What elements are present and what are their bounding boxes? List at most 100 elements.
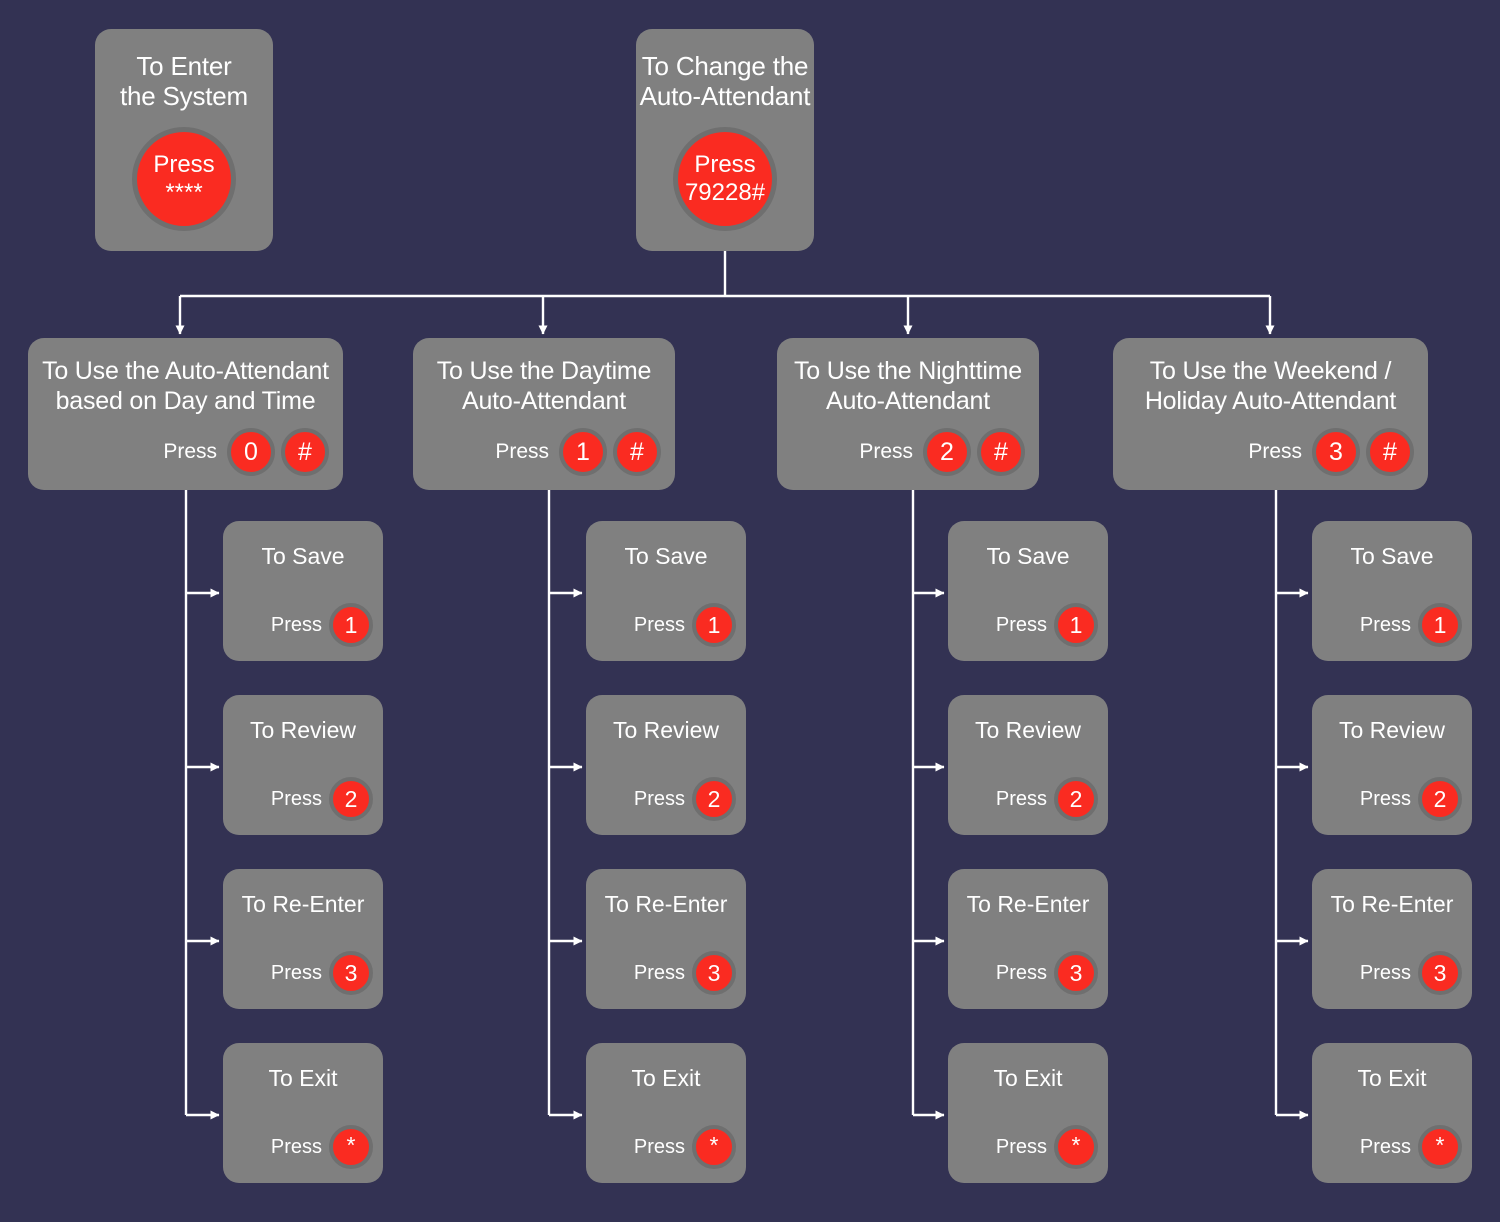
keypad-key-re-enter[interactable]: 3	[329, 951, 373, 995]
press-label: Press	[495, 440, 549, 463]
node-leaf-exit[interactable]: To Exit Press *	[948, 1043, 1108, 1183]
node-title: To Re-Enter	[241, 891, 365, 917]
keypad-key-exit[interactable]: *	[1054, 1125, 1098, 1169]
keypad-key-hash[interactable]: #	[281, 428, 329, 476]
node-leaf-review[interactable]: To Review Press 2	[223, 695, 383, 835]
node-leaf-save[interactable]: To Save Press 1	[223, 521, 383, 661]
node-leaf-re-enter[interactable]: To Re-Enter Press 3	[223, 869, 383, 1009]
node-title: To Change the Auto-Attendant	[639, 51, 811, 111]
node-option-daytime[interactable]: To Use the Daytime Auto-Attendant Press …	[413, 338, 675, 490]
node-leaf-re-enter[interactable]: To Re-Enter Press 3	[586, 869, 746, 1009]
node-option-nighttime[interactable]: To Use the Nighttime Auto-Attendant Pres…	[777, 338, 1039, 490]
node-leaf-re-enter[interactable]: To Re-Enter Press 3	[1312, 869, 1472, 1009]
node-title: To Save	[624, 543, 708, 569]
keypad-key-review[interactable]: 2	[692, 777, 736, 821]
node-leaf-re-enter[interactable]: To Re-Enter Press 3	[948, 869, 1108, 1009]
node-title: To Use the Daytime Auto-Attendant	[436, 357, 652, 415]
node-leaf-save[interactable]: To Save Press 1	[586, 521, 746, 661]
press-label: Press	[270, 613, 322, 636]
keypad-row: Press 1	[1360, 603, 1462, 647]
keypad-key-hash[interactable]: #	[1366, 428, 1414, 476]
keypad-key-digit[interactable]: 1	[559, 428, 607, 476]
node-leaf-exit[interactable]: To Exit Press *	[586, 1043, 746, 1183]
keypad-key-re-enter[interactable]: 3	[1418, 951, 1462, 995]
node-leaf-review[interactable]: To Review Press 2	[1312, 695, 1472, 835]
node-leaf-exit[interactable]: To Exit Press *	[1312, 1043, 1472, 1183]
press-label: Press	[1359, 1135, 1411, 1158]
press-label: Press	[163, 440, 217, 463]
keypad-key-exit[interactable]: *	[1418, 1125, 1462, 1169]
node-title: To Save	[986, 543, 1070, 569]
keypad-row: Press *	[634, 1125, 736, 1169]
node-option-day-and-time[interactable]: To Use the Auto-Attendant based on Day a…	[28, 338, 343, 490]
press-label: Press	[859, 440, 913, 463]
node-title: To Save	[1350, 543, 1434, 569]
keypad-row: Press 3	[996, 951, 1098, 995]
node-leaf-exit[interactable]: To Exit Press *	[223, 1043, 383, 1183]
keypad-key-re-enter[interactable]: 3	[1054, 951, 1098, 995]
keypad-key-re-enter[interactable]: 3	[692, 951, 736, 995]
keypad-key-review[interactable]: 2	[1054, 777, 1098, 821]
node-title: To Exit	[1357, 1065, 1427, 1091]
keypad-key-digit[interactable]: 0	[227, 428, 275, 476]
node-title: To Exit	[993, 1065, 1063, 1091]
keypad-row: Press *	[996, 1125, 1098, 1169]
keypad-row: Press 2	[271, 777, 373, 821]
keypad-key-hash[interactable]: #	[977, 428, 1025, 476]
node-title: To Review	[249, 717, 357, 743]
node-enter-system[interactable]: To Enter the System Press ****	[95, 29, 273, 251]
node-title: To Use the Weekend / Holiday Auto-Attend…	[1144, 357, 1397, 415]
keypad-row: Press 3	[634, 951, 736, 995]
node-title: To Use the Auto-Attendant based on Day a…	[42, 357, 329, 415]
press-label: Press	[1359, 613, 1411, 636]
keypad-key-digit[interactable]: 2	[923, 428, 971, 476]
keypad-row: Press 3	[271, 951, 373, 995]
press-label: Press	[270, 787, 322, 810]
press-label: Press	[995, 613, 1047, 636]
press-label: Press	[270, 961, 322, 984]
flowchart-canvas: To Enter the System Press **** To Change…	[0, 0, 1500, 1222]
node-option-weekend-holiday[interactable]: To Use the Weekend / Holiday Auto-Attend…	[1113, 338, 1428, 490]
keypad-key-exit[interactable]: *	[329, 1125, 373, 1169]
node-leaf-review[interactable]: To Review Press 2	[586, 695, 746, 835]
node-title: To Review	[612, 717, 720, 743]
keypad-key-stars[interactable]: Press ****	[132, 127, 236, 231]
keypad-row: Press *	[1360, 1125, 1462, 1169]
keypad-key-review[interactable]: 2	[1418, 777, 1462, 821]
node-leaf-save[interactable]: To Save Press 1	[948, 521, 1108, 661]
keypad-row: Press 2 #	[859, 428, 1025, 476]
keypad-key-hash[interactable]: #	[613, 428, 661, 476]
keypad-row: Press *	[271, 1125, 373, 1169]
keypad-key-review[interactable]: 2	[329, 777, 373, 821]
press-label: Press	[995, 787, 1047, 810]
press-label: Press	[633, 787, 685, 810]
keypad-key-save[interactable]: 1	[692, 603, 736, 647]
node-title: To Save	[261, 543, 345, 569]
keypad-row: Press 2	[1360, 777, 1462, 821]
press-label: Press	[270, 1135, 322, 1158]
node-leaf-review[interactable]: To Review Press 2	[948, 695, 1108, 835]
node-change-auto-attendant[interactable]: To Change the Auto-Attendant Press 79228…	[636, 29, 814, 251]
press-label: Press	[995, 961, 1047, 984]
node-title: To Re-Enter	[966, 891, 1090, 917]
keypad-key-79228[interactable]: Press 79228#	[673, 127, 777, 231]
keypad-row: Press 3 #	[1248, 428, 1414, 476]
node-title: To Re-Enter	[1330, 891, 1454, 917]
keypad-key-digit[interactable]: 3	[1312, 428, 1360, 476]
keypad-row: Press 3	[1360, 951, 1462, 995]
keypad-key-save[interactable]: 1	[1418, 603, 1462, 647]
node-title: To Enter the System	[119, 51, 249, 111]
keypad-key-exit[interactable]: *	[692, 1125, 736, 1169]
keypad-row: Press 1	[634, 603, 736, 647]
keypad-key-save[interactable]: 1	[1054, 603, 1098, 647]
press-label: Press	[633, 613, 685, 636]
node-title: To Re-Enter	[604, 891, 728, 917]
press-label: Press	[1359, 787, 1411, 810]
keypad-key-save[interactable]: 1	[329, 603, 373, 647]
press-label: Press	[995, 1135, 1047, 1158]
node-title: To Exit	[268, 1065, 338, 1091]
node-title: To Review	[974, 717, 1082, 743]
keypad-row: Press 2	[996, 777, 1098, 821]
node-leaf-save[interactable]: To Save Press 1	[1312, 521, 1472, 661]
press-label: Press	[633, 1135, 685, 1158]
